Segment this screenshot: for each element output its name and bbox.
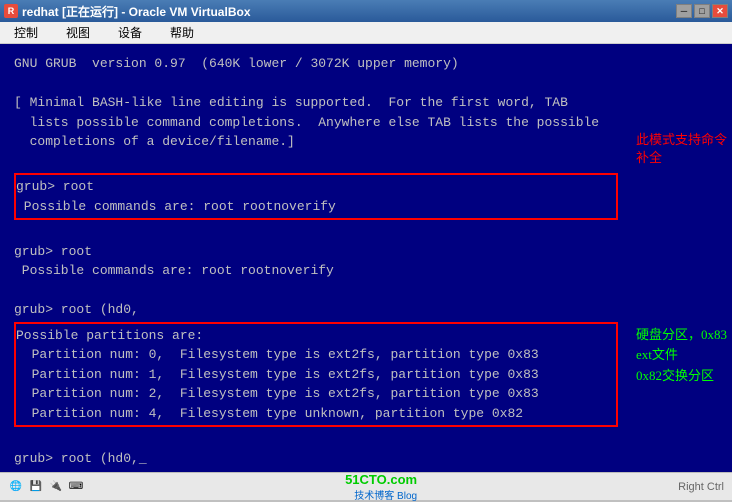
terminal-line9: Possible commands are: root rootnoverify	[14, 261, 618, 281]
terminal-line1: GNU GRUB version 0.97 (640K lower / 3072…	[14, 54, 618, 74]
usb-icon: 🔌	[48, 479, 64, 495]
menubar: 控制 视图 设备 帮助	[0, 22, 732, 44]
menu-view[interactable]: 视图	[60, 22, 96, 43]
terminal-line13: grub> root (hd0,_	[14, 449, 618, 469]
terminal-highlighted2-line1: Possible partitions are:	[16, 326, 616, 346]
statusbar: 🌐 💾 🔌 ⌨ 51CTO.com 技术博客 Blog Right Ctrl	[0, 472, 732, 500]
highlighted-box-1: grub> root Possible commands are: root r…	[14, 173, 618, 220]
watermark-sub-text: 技术博客 Blog	[354, 487, 417, 502]
annotation-green1: 硬盘分区，0x83	[636, 326, 728, 344]
annotation-green2: ext文件	[636, 346, 728, 364]
terminal-area[interactable]: GNU GRUB version 0.97 (640K lower / 3072…	[0, 44, 632, 472]
terminal-line5: completions of a device/filename.]	[14, 132, 618, 152]
terminal-line10	[14, 281, 618, 301]
window-title: redhat [正在运行] - Oracle VM VirtualBox	[22, 3, 251, 20]
terminal-highlighted2-line4: Partition num: 2, Filesystem type is ext…	[16, 384, 616, 404]
storage-icon: 💾	[28, 479, 44, 495]
highlighted-box-2: Possible partitions are: Partition num: …	[14, 322, 618, 428]
terminal-highlighted1-line1: grub> root	[16, 177, 616, 197]
terminal-line4: lists possible command completions. Anyw…	[14, 113, 618, 133]
titlebar: R redhat [正在运行] - Oracle VM VirtualBox ─…	[0, 0, 732, 22]
terminal-highlighted2-line5: Partition num: 4, Filesystem type unknow…	[16, 404, 616, 424]
menu-help[interactable]: 帮助	[164, 22, 200, 43]
app-icon: R	[4, 4, 18, 18]
maximize-button[interactable]: □	[694, 4, 710, 18]
terminal-line11: grub> root (hd0,	[14, 300, 618, 320]
terminal-line3: [ Minimal BASH-like line editing is supp…	[14, 93, 618, 113]
terminal-line7	[14, 222, 618, 242]
terminal-line2	[14, 74, 618, 94]
annotation-red: 此模式支持命令补全	[636, 131, 728, 167]
close-button[interactable]: ✕	[712, 4, 728, 18]
keyboard-icon: ⌨	[68, 479, 84, 495]
terminal-line6	[14, 152, 618, 172]
terminal-line8: grub> root	[14, 242, 618, 262]
terminal-highlighted2-line3: Partition num: 1, Filesystem type is ext…	[16, 365, 616, 385]
annotation-green3: 0x82交换分区	[636, 367, 728, 385]
side-annotations: 此模式支持命令补全 硬盘分区，0x83 ext文件 0x82交换分区	[632, 44, 732, 472]
terminal-highlighted2-line2: Partition num: 0, Filesystem type is ext…	[16, 345, 616, 365]
watermark-text: 51CTO.com	[345, 472, 417, 487]
titlebar-controls[interactable]: ─ □ ✕	[676, 4, 728, 18]
menu-control[interactable]: 控制	[8, 22, 44, 43]
minimize-button[interactable]: ─	[676, 4, 692, 18]
menu-devices[interactable]: 设备	[112, 22, 148, 43]
titlebar-left: R redhat [正在运行] - Oracle VM VirtualBox	[4, 3, 251, 20]
statusbar-icons: 🌐 💾 🔌 ⌨	[8, 479, 84, 495]
logo-area: 51CTO.com 技术博客 Blog	[345, 472, 417, 502]
main-window: GNU GRUB version 0.97 (640K lower / 3072…	[0, 44, 732, 500]
right-ctrl-text: Right Ctrl	[678, 481, 724, 493]
terminal-line12	[14, 429, 618, 449]
network-icon: 🌐	[8, 479, 24, 495]
terminal-highlighted1-line2: Possible commands are: root rootnoverify	[16, 197, 616, 217]
